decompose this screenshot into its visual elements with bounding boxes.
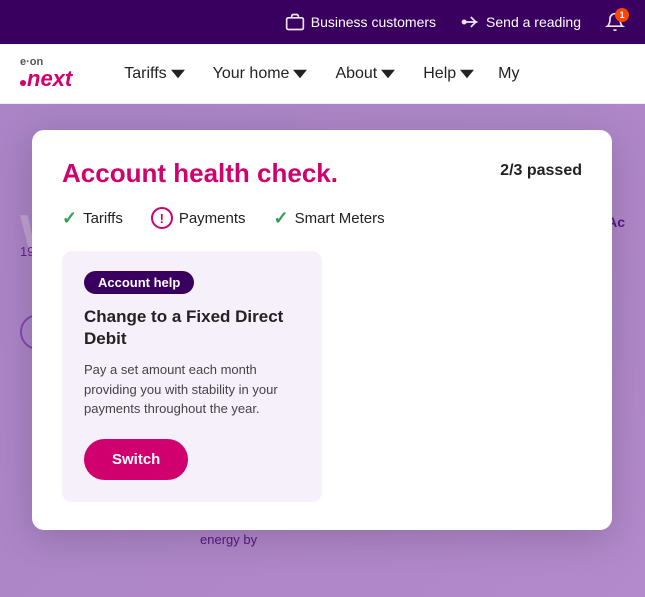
card-description: Pay a set amount each month providing yo… — [84, 360, 300, 419]
nav-tariffs[interactable]: Tariffs — [112, 57, 196, 91]
check-ok-icon-2: ✓ — [274, 208, 289, 229]
nav-your-home[interactable]: Your home — [201, 57, 320, 91]
check-payments: ! Payments — [151, 207, 246, 229]
card-title: Change to a Fixed Direct Debit — [84, 306, 300, 350]
nav-my[interactable]: My — [490, 57, 527, 91]
business-customers-link[interactable]: Business customers — [285, 12, 436, 32]
check-tariffs-label: Tariffs — [83, 210, 123, 227]
info-card: Account help Change to a Fixed Direct De… — [62, 251, 322, 502]
logo[interactable]: e·on next — [20, 57, 72, 90]
nav-items: Tariffs Your home About Help My — [112, 57, 625, 91]
checks-row: ✓ Tariffs ! Payments ✓ Smart Meters — [62, 207, 582, 229]
top-bar: Business customers Send a reading 1 — [0, 0, 645, 44]
nav-help[interactable]: Help — [411, 57, 486, 91]
check-payments-label: Payments — [179, 210, 246, 227]
check-warn-icon: ! — [151, 207, 173, 229]
send-reading-link[interactable]: Send a reading — [460, 12, 581, 32]
modal-header: Account health check. 2/3 passed — [62, 158, 582, 189]
check-ok-icon: ✓ — [62, 208, 77, 229]
notification-bell[interactable]: 1 — [605, 12, 625, 32]
send-reading-label: Send a reading — [486, 14, 581, 30]
notification-count: 1 — [615, 8, 629, 22]
card-tag: Account help — [84, 271, 194, 294]
check-tariffs: ✓ Tariffs — [62, 208, 123, 229]
business-customers-label: Business customers — [311, 14, 436, 30]
modal-title: Account health check. — [62, 158, 338, 189]
switch-button[interactable]: Switch — [84, 439, 188, 480]
nav-about[interactable]: About — [323, 57, 407, 91]
health-check-modal: Account health check. 2/3 passed ✓ Tarif… — [32, 130, 612, 530]
logo-next-text: next — [20, 68, 72, 90]
passed-badge: 2/3 passed — [500, 162, 582, 180]
check-smart-meters: ✓ Smart Meters — [274, 208, 385, 229]
check-smart-meters-label: Smart Meters — [295, 210, 385, 227]
nav-bar: e·on next Tariffs Your home About Help M… — [0, 44, 645, 104]
